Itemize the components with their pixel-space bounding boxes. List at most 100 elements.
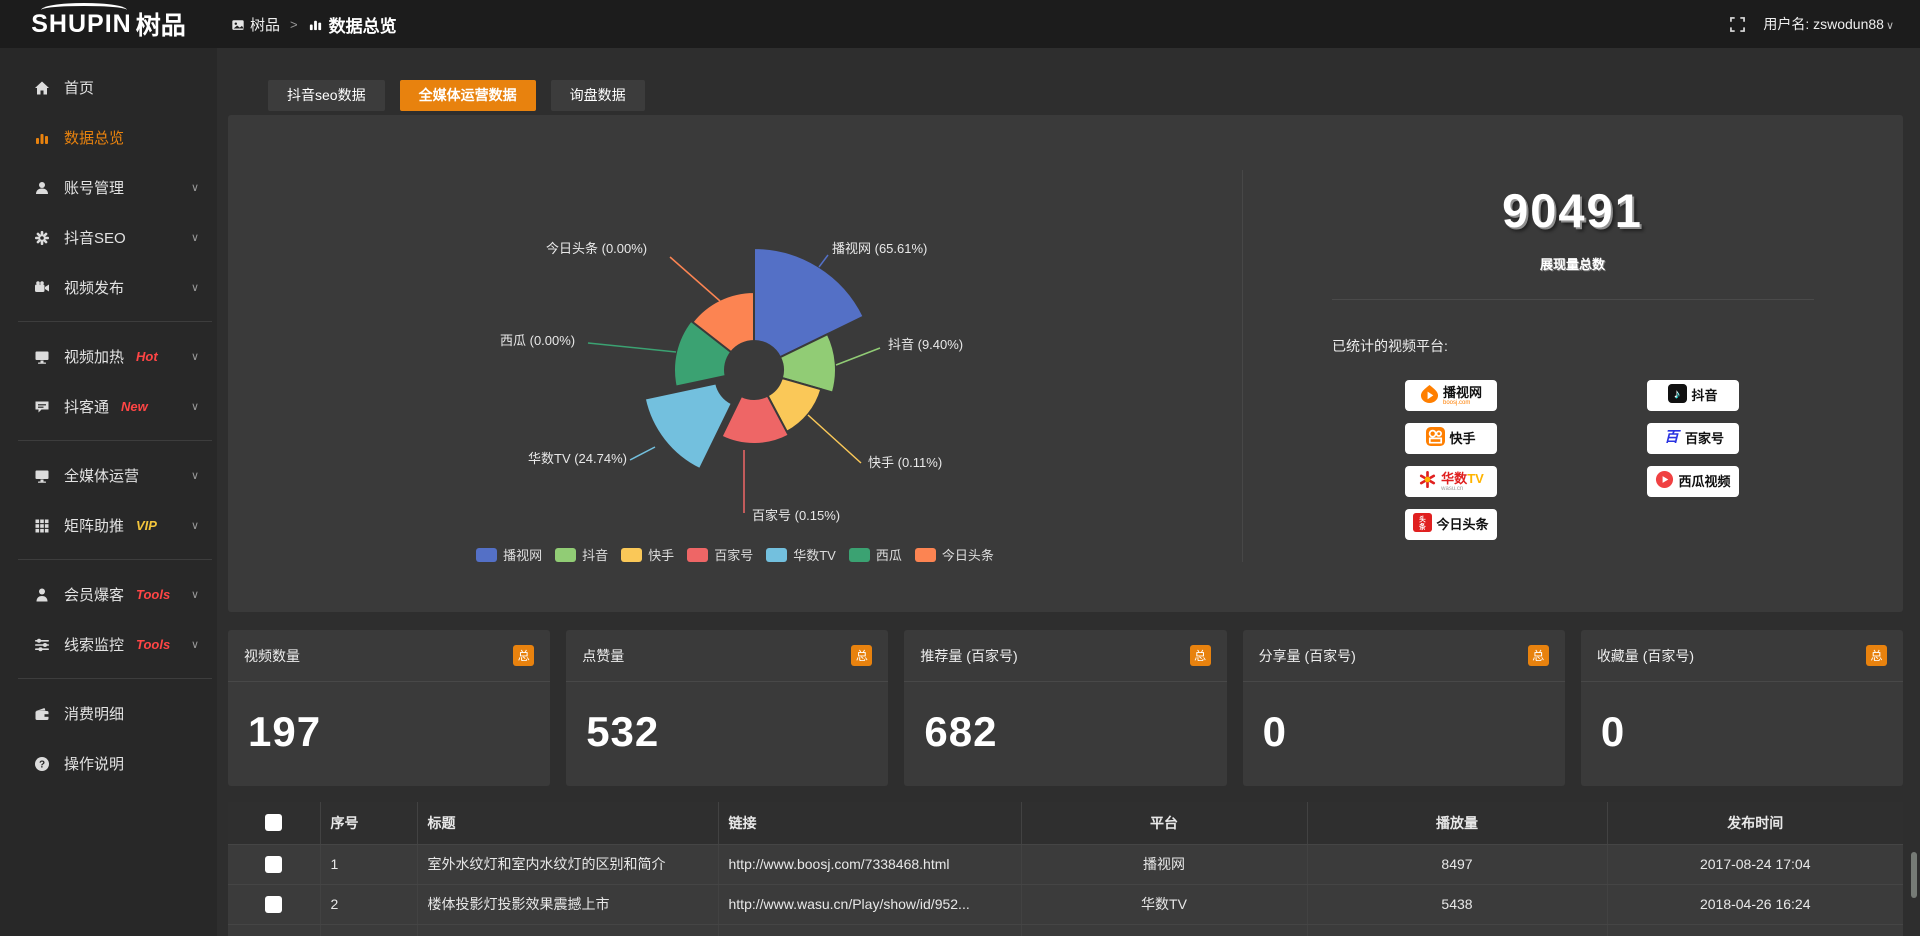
cell-link[interactable]: http://www.boosj.com/7338468.html	[718, 844, 1021, 884]
cell-title[interactable]	[417, 924, 718, 936]
total-impressions-label: 展现量总数	[1242, 254, 1903, 273]
logo-text-en: SHUPIN	[31, 10, 131, 39]
pie-label-line-1	[836, 348, 880, 365]
svg-text:条: 条	[1419, 522, 1427, 531]
tab-2[interactable]: 询盘数据	[551, 80, 645, 111]
cell-title[interactable]: 楼体投影灯投影效果震撼上市	[417, 884, 718, 924]
tab-1[interactable]: 全媒体运营数据	[400, 80, 536, 111]
cell-platform	[1021, 924, 1307, 936]
stat-card-header: 分享量 (百家号)总	[1243, 630, 1565, 682]
grid-icon	[34, 516, 50, 533]
sidebar-item-0[interactable]: 首页	[0, 62, 217, 112]
wallet-icon	[34, 704, 50, 721]
sidebar-item-label: 消费明细	[64, 703, 124, 724]
sidebar-item-label: 首页	[64, 77, 94, 98]
platform-sub: boosj.com	[1443, 400, 1482, 406]
chevron-down-icon: ∨	[191, 181, 199, 194]
header-right: 用户名: zswodun88∨	[1730, 14, 1920, 34]
platform-name: 快手	[1449, 432, 1475, 445]
legend-label: 百家号	[714, 545, 753, 564]
sliders-icon	[34, 635, 50, 652]
sidebar-item-label: 抖客通	[64, 396, 109, 417]
pie-label-3: 百家号 (0.15%)	[752, 508, 840, 523]
legend-item-1[interactable]: 抖音	[555, 545, 608, 564]
legend-item-2[interactable]: 快手	[621, 545, 674, 564]
sidebar-item-3[interactable]: 抖音SEO∨	[0, 212, 217, 262]
baijiahao-logo: 百	[1662, 427, 1681, 451]
tab-0[interactable]: 抖音seo数据	[268, 80, 385, 111]
legend-item-5[interactable]: 西瓜	[849, 545, 902, 564]
cell-plays	[1307, 924, 1607, 936]
sidebar-item-1[interactable]: 数据总览	[0, 112, 217, 162]
data-tabs: 抖音seo数据全媒体运营数据询盘数据	[268, 80, 645, 111]
legend-swatch	[555, 548, 576, 562]
cell-published: 2017-08-24 17:04	[1607, 844, 1903, 884]
sidebar-item-15[interactable]: 消费明细	[0, 688, 217, 738]
total-badge: 总	[1190, 645, 1211, 666]
svg-text:?: ?	[39, 759, 45, 770]
scrollbar-thumb[interactable]	[1911, 852, 1917, 898]
logo-arc	[41, 3, 127, 17]
sidebar-divider	[18, 678, 212, 679]
legend-item-0[interactable]: 播视网	[476, 545, 542, 564]
stat-card-2: 推荐量 (百家号)总682	[904, 630, 1226, 786]
select-all-checkbox[interactable]	[265, 814, 282, 831]
legend-swatch	[476, 548, 497, 562]
row-checkbox-cell	[228, 884, 320, 924]
cell-platform: 华数TV	[1021, 884, 1307, 924]
svg-text:头: 头	[1420, 514, 1427, 523]
fullscreen-icon[interactable]	[1730, 16, 1745, 33]
sidebar-item-10[interactable]: 矩阵助推VIP∨	[0, 500, 217, 550]
sidebar-item-label: 矩阵助推	[64, 515, 124, 536]
platform-badge-kuaishou: 快手	[1405, 423, 1497, 454]
legend-item-4[interactable]: 华数TV	[766, 545, 836, 564]
picture-icon	[231, 16, 245, 33]
total-badge: 总	[1866, 645, 1887, 666]
pie-slice-0[interactable]	[754, 248, 864, 357]
legend-item-3[interactable]: 百家号	[687, 545, 753, 564]
person-icon	[34, 585, 50, 602]
sidebar-item-13[interactable]: 线索监控Tools∨	[0, 619, 217, 669]
svg-text:百: 百	[1664, 429, 1681, 445]
chart-panel: 播视网 (65.61%)抖音 (9.40%)快手 (0.11%)百家号 (0.1…	[228, 115, 1903, 612]
legend-item-6[interactable]: 今日头条	[915, 545, 994, 564]
sidebar-item-9[interactable]: 全媒体运营∨	[0, 450, 217, 500]
legend-label: 西瓜	[876, 545, 902, 564]
sidebar-item-label: 线索监控	[64, 634, 124, 655]
stat-card-4: 收藏量 (百家号)总0	[1581, 630, 1903, 786]
breadcrumb-current[interactable]: 数据总览	[308, 12, 397, 37]
rose-pie-chart: 播视网 (65.61%)抖音 (9.40%)快手 (0.11%)百家号 (0.1…	[228, 115, 1242, 612]
logo-text-cn: 树品	[136, 6, 186, 42]
user-icon	[34, 178, 50, 195]
sidebar-item-16[interactable]: ?操作说明	[0, 738, 217, 788]
sidebar-item-badge: VIP	[136, 518, 157, 533]
cell-title[interactable]: 室外水纹灯和室内水纹灯的区别和简介	[417, 844, 718, 884]
app-logo[interactable]: SHUPIN 树品	[0, 6, 217, 42]
platform-name: 今日头条	[1436, 518, 1488, 531]
sidebar-item-badge: Tools	[136, 587, 170, 602]
row-checkbox[interactable]	[265, 896, 282, 913]
platform-badge-toutiao: 头条今日头条	[1405, 509, 1497, 540]
sidebar-item-12[interactable]: 会员爆客Tools∨	[0, 569, 217, 619]
stat-card-1: 点赞量总532	[566, 630, 888, 786]
platforms-label: 已统计的视频平台:	[1332, 336, 1903, 356]
table-row-2: 2楼体投影灯投影效果震撼上市http://www.wasu.cn/Play/sh…	[228, 884, 1903, 924]
cell-index: 1	[320, 844, 417, 884]
user-menu[interactable]: 用户名: zswodun88∨	[1763, 14, 1894, 34]
sidebar-item-6[interactable]: 视频加热Hot∨	[0, 331, 217, 381]
legend-label: 华数TV	[793, 545, 836, 564]
cell-link[interactable]	[718, 924, 1021, 936]
total-badge: 总	[851, 645, 872, 666]
chat-icon	[34, 397, 50, 414]
pie-slice-4[interactable]	[645, 383, 732, 469]
sidebar-item-4[interactable]: 视频发布∨	[0, 262, 217, 312]
stat-card-value: 0	[1243, 682, 1565, 756]
sidebar-item-7[interactable]: 抖客通New∨	[0, 381, 217, 431]
breadcrumb-root[interactable]: 树品	[231, 14, 280, 35]
platform-badges-right: ♪♪抖音百百家号西瓜视频	[1647, 380, 1739, 540]
legend-swatch	[849, 548, 870, 562]
sidebar-item-2[interactable]: 账号管理∨	[0, 162, 217, 212]
cell-link[interactable]: http://www.wasu.cn/Play/show/id/952...	[718, 884, 1021, 924]
row-checkbox[interactable]	[265, 856, 282, 873]
platform-badge-wasu: 华数TVwasu.cn	[1405, 466, 1497, 497]
